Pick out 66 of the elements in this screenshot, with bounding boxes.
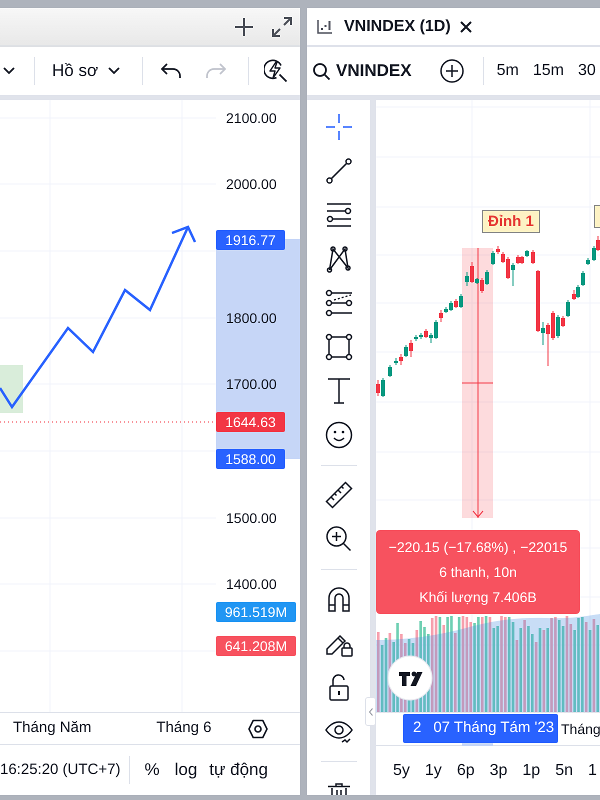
chevron-left-icon: [368, 708, 372, 716]
candle: [388, 364, 392, 378]
candle: [586, 258, 590, 266]
crosshair-icon[interactable]: [324, 113, 352, 141]
settings-icon[interactable]: [248, 718, 268, 738]
ruler-icon[interactable]: [324, 481, 352, 509]
zoom-in-icon[interactable]: [324, 525, 352, 553]
price-marker: 641.208M: [216, 636, 296, 656]
chart-tab[interactable]: VNINDEX (1D): [344, 14, 472, 38]
time-axis-label: Tháng Năm: [13, 718, 92, 738]
chevron-down-icon[interactable]: [3, 67, 15, 75]
trash-icon[interactable]: [326, 783, 350, 795]
volume-text: Khối lượng 7.406B: [419, 588, 537, 606]
price-axis-label: 2000.00: [226, 175, 277, 193]
chevron-down-icon: [108, 67, 120, 75]
price-axis-label: 1700.00: [226, 375, 277, 393]
date-range-button[interactable]: 3p: [490, 758, 508, 782]
logo-icon[interactable]: [387, 655, 433, 701]
date-range-button[interactable]: 1p: [522, 758, 540, 782]
price-marker: 1644.63: [216, 412, 285, 432]
interval-button[interactable]: 5m: [496, 59, 519, 83]
time-cursor-text: 2: [413, 718, 422, 738]
smiley-icon[interactable]: [324, 421, 352, 449]
bolt-search-icon[interactable]: [264, 59, 288, 83]
chart-icon: [317, 20, 332, 34]
price-axis-label: 1500.00: [226, 509, 277, 527]
peak-label: Đỉnh 1: [482, 210, 540, 233]
rectangle-icon[interactable]: [324, 333, 352, 361]
interval-button[interactable]: 15m: [532, 59, 564, 83]
price-marker: 1588.00: [216, 449, 285, 469]
scale-option-button[interactable]: log: [174, 757, 198, 783]
date-range-button[interactable]: 6p: [456, 758, 475, 782]
expand-icon[interactable]: [272, 16, 292, 36]
price-axis-label: 1800.00: [226, 309, 277, 327]
bar-count-text: 6 thanh, 10n: [439, 562, 517, 582]
add-icon[interactable]: [440, 59, 464, 83]
price-axis-label: 1400.00: [226, 575, 277, 593]
scale-option-button[interactable]: %: [144, 757, 160, 783]
measure-change-text: −220.15 (−17.68%) , −22015: [388, 538, 568, 556]
label-tag: [594, 205, 600, 228]
parallel-lines-icon[interactable]: [324, 201, 352, 229]
time-cursor-text: 07 Tháng Tám '23: [433, 718, 554, 738]
date-range-button[interactable]: 1: [588, 758, 597, 782]
collapse-handle[interactable]: [365, 697, 376, 726]
interval-button[interactable]: 30: [578, 59, 596, 83]
candle: [531, 250, 535, 264]
price-axis-label: 2100.00: [226, 109, 277, 127]
symbol-search-button[interactable]: VNINDEX: [313, 58, 412, 84]
date-range-button[interactable]: 5y: [393, 758, 410, 782]
price-marker: 1916.77: [216, 230, 285, 250]
status-time: 16:25:20 (UTC+7): [0, 760, 120, 780]
close-icon[interactable]: [460, 20, 472, 32]
highlight-rectangle: [0, 365, 23, 413]
trend-line-icon[interactable]: [324, 157, 352, 185]
node-lines-icon[interactable]: [324, 289, 352, 317]
time-axis-label: Tháng 6: [156, 718, 212, 738]
date-range-button[interactable]: 5n: [555, 758, 573, 782]
undo-icon[interactable]: [161, 63, 182, 79]
search-icon: [313, 62, 330, 80]
add-icon[interactable]: [235, 18, 253, 36]
price-marker: 961.519M: [216, 602, 296, 622]
date-range-button[interactable]: 1y: [424, 758, 442, 782]
profile-menu-button[interactable]: Hồ sơ: [52, 60, 120, 82]
pattern-icon[interactable]: [324, 245, 352, 273]
scale-option-button[interactable]: tự động: [209, 757, 268, 783]
time-axis-label: Tháng: [561, 720, 600, 738]
